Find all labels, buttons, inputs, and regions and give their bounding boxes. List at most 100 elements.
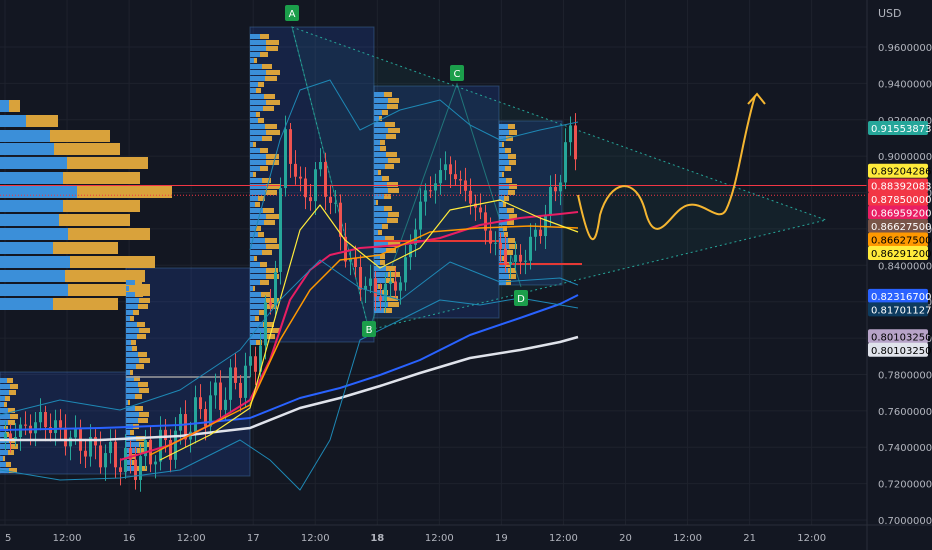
session-profile-bar <box>264 94 275 99</box>
session-profile-bar <box>139 358 150 363</box>
session-profile-bar <box>374 218 387 223</box>
candle-body <box>199 397 202 410</box>
session-profile-bar <box>260 166 268 171</box>
session-profile-bar <box>250 298 266 303</box>
volume-profile-bar-buy <box>0 228 68 240</box>
session-profile-bar <box>137 334 146 339</box>
candle-body <box>374 278 377 297</box>
session-profile-bar <box>374 116 379 121</box>
volume-profile-bar-sell <box>53 242 118 254</box>
session-profile-bar <box>250 310 259 315</box>
candle-body <box>284 129 287 189</box>
session-profile-bar <box>126 370 130 375</box>
candle-body <box>114 441 117 468</box>
volume-profile-bar-sell <box>9 100 20 112</box>
session-profile-bar <box>128 400 130 405</box>
x-tick-label: 12:00 <box>673 533 702 544</box>
pattern-point-label: B <box>366 325 373 336</box>
session-profile-bar <box>250 322 263 327</box>
session-profile-bar <box>132 346 137 351</box>
candle-body <box>64 427 67 447</box>
price-label-text: 0.80103250 <box>871 332 931 343</box>
session-profile-bar <box>250 244 266 249</box>
session-profile-bar <box>0 456 3 461</box>
session-profile-bar <box>380 260 385 265</box>
price-label-text: 0.89204286 <box>871 167 931 178</box>
session-profile-bar <box>499 124 508 129</box>
volume-profile-bar-sell <box>54 143 120 155</box>
candle-body <box>529 236 532 261</box>
session-profile-bar <box>265 190 277 195</box>
candle-body <box>164 429 167 441</box>
candle-body <box>329 196 332 203</box>
session-profile-bar <box>499 130 509 135</box>
candle-body <box>9 433 12 440</box>
price-label-text: 0.91553873 <box>871 124 931 135</box>
volume-profile-bar-sell <box>53 298 118 310</box>
session-profile-bar <box>376 200 378 205</box>
candle-body <box>494 242 497 244</box>
session-profile-bar <box>250 76 265 81</box>
session-profile-bar <box>126 298 139 303</box>
y-tick-label: 0.94000000 <box>878 79 932 90</box>
session-profile-bar <box>387 104 398 109</box>
session-profile-bar <box>126 334 137 339</box>
time-axis-background[interactable] <box>0 525 932 550</box>
session-profile-bar <box>137 322 145 327</box>
candle-body <box>214 382 217 396</box>
session-profile-bar <box>509 130 517 135</box>
session-profile-bar <box>508 268 516 273</box>
candle-body <box>94 437 97 446</box>
session-profile-bar <box>499 232 504 237</box>
session-profile-bar <box>386 134 396 139</box>
price-chart[interactable]: USD 0.960000000.940000000.920000000.9000… <box>0 0 932 550</box>
session-profile-bar <box>388 188 399 193</box>
x-tick-label: 12:00 <box>301 533 330 544</box>
candle-body <box>224 399 227 410</box>
volume-profile-bar-sell <box>63 200 140 212</box>
session-profile-bar <box>250 130 266 135</box>
session-profile-bar <box>506 280 511 285</box>
candle-body <box>124 448 127 472</box>
session-profile-bar <box>126 400 128 405</box>
currency-label: USD <box>878 7 902 20</box>
candle-body <box>34 422 37 434</box>
session-profile-bar <box>502 142 504 147</box>
candle-body <box>244 365 247 398</box>
session-profile-bar <box>386 266 396 271</box>
session-profile-bar <box>0 420 8 425</box>
session-profile-bar <box>250 124 265 129</box>
session-profile-bar <box>250 202 255 207</box>
chart-container[interactable]: USD 0.960000000.940000000.920000000.9000… <box>0 0 932 550</box>
volume-profile-bar-buy <box>0 242 53 254</box>
candle-body <box>569 125 572 143</box>
y-tick-label: 0.96000000 <box>878 43 932 54</box>
session-profile-bar <box>250 178 262 183</box>
session-profile-bar <box>386 152 397 157</box>
session-profile-bar <box>126 280 135 285</box>
session-profile-bar <box>387 182 398 187</box>
candle-body <box>559 182 562 192</box>
session-profile-bar <box>0 462 6 467</box>
session-profile-bar <box>382 224 388 229</box>
session-profile-bar <box>499 274 509 279</box>
session-profile-bar <box>388 158 400 163</box>
x-tick-label: 20 <box>619 533 632 544</box>
range-box <box>0 371 127 475</box>
session-profile-bar <box>499 178 506 183</box>
session-profile-bar <box>374 140 380 145</box>
candle-body <box>234 367 237 383</box>
session-profile-bar <box>250 52 260 57</box>
candle-body <box>549 187 552 215</box>
candle-body <box>19 424 22 438</box>
session-profile-bar <box>126 286 129 291</box>
price-label-text: 0.82316700 <box>871 292 931 303</box>
candle-body <box>204 409 207 427</box>
session-profile-bar <box>135 406 143 411</box>
session-profile-bar <box>264 220 275 225</box>
session-profile-bar <box>250 304 265 309</box>
x-tick-label: 5 <box>5 533 11 544</box>
session-profile-bar <box>256 112 260 117</box>
session-profile-bar <box>6 462 11 467</box>
session-profile-bar <box>126 304 138 309</box>
